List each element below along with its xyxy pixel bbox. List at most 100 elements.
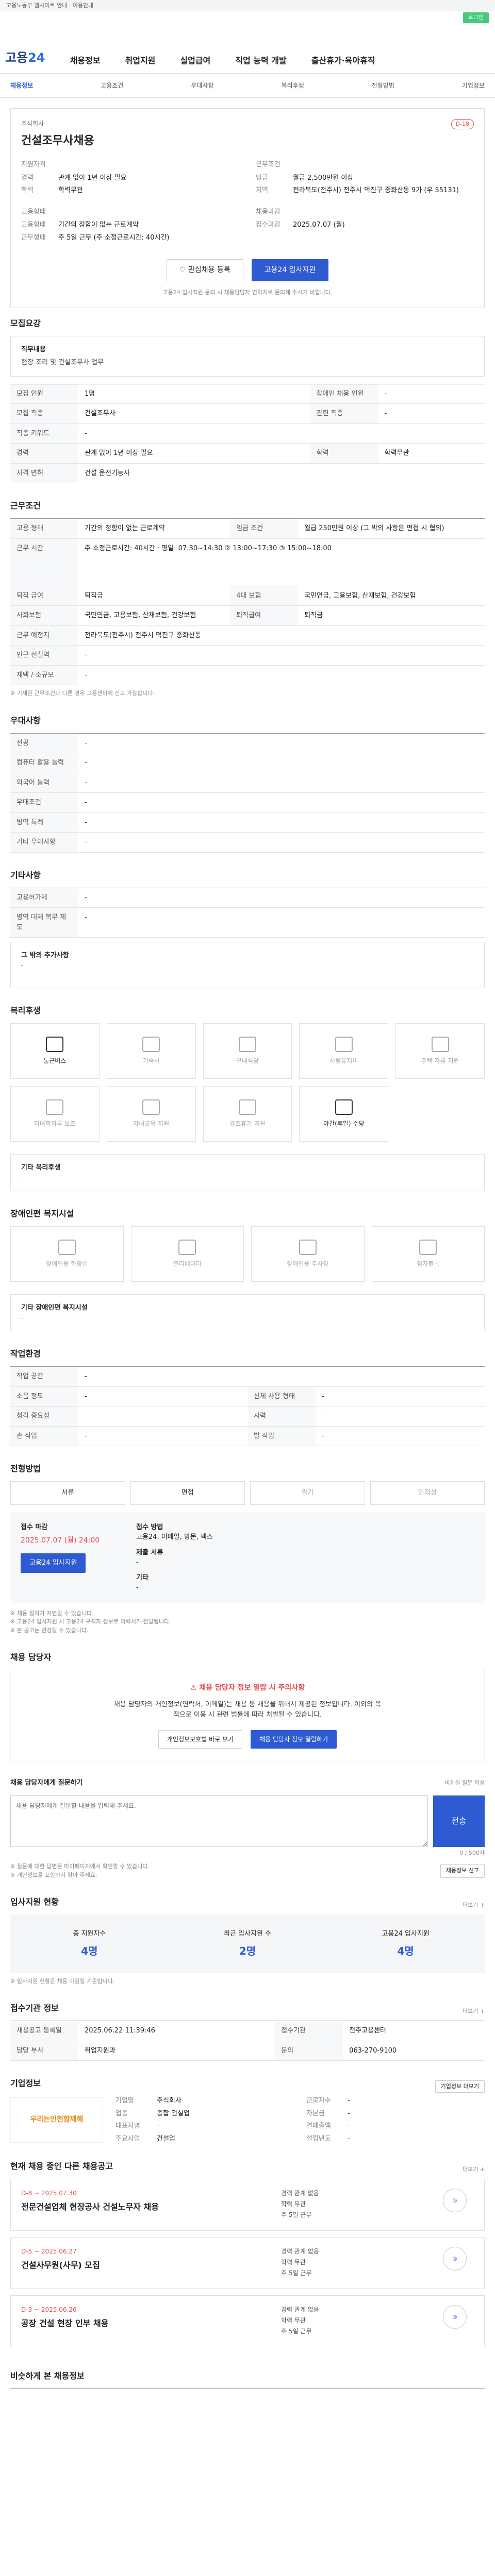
view-contact-button[interactable]: 채용 담당자 정보 열람하기 xyxy=(251,1730,337,1749)
moon-icon xyxy=(335,1099,353,1115)
nav-item-support[interactable]: 취업지원 xyxy=(125,55,155,67)
method-value: 고용24, 이메일, 방문, 팩스 xyxy=(136,1533,213,1541)
welfare-grid: 통근버스 기숙사 구내식당 차량유지비 주택 자금 지원 자녀학자금 보조 자녀… xyxy=(10,1023,485,1142)
report-button[interactable]: 채용정보 신고 xyxy=(440,1864,485,1878)
kv-key: 경력 xyxy=(21,174,34,182)
job-title[interactable]: 전문건설업체 현장공사 건설노무자 채용 xyxy=(21,2201,274,2213)
agency-table: 채용공고 등록일 2025.06.22 11:39:46 접수기관 전주고용센터 담당… xyxy=(10,2021,485,2061)
agency-more-link[interactable]: 더보기 + xyxy=(463,2007,485,2016)
kv-key: 근로자수 xyxy=(306,2097,331,2105)
table-cell: 근무 시간 xyxy=(10,538,78,586)
welfare-item: 야간(휴일) 수당 xyxy=(299,1086,389,1142)
table-cell: 채용공고 등록일 xyxy=(10,2021,78,2041)
facility-box-title: 기타 장애인편 복지시설 xyxy=(21,1304,88,1312)
main-nav: 채용정보 취업지원 실업급여 직업 능력 개발 출산휴가·육아휴직 xyxy=(70,55,375,67)
table-row: 근무 예정지 전라북도(전주시) 전주시 덕진구 중화산동 xyxy=(10,625,485,646)
kv-key: 연매출액 xyxy=(306,2122,331,2130)
table-cell: 전라북도(전주시) 전주시 덕진구 중화산동 xyxy=(78,625,485,646)
bus-icon xyxy=(46,1037,64,1052)
tab-preference[interactable]: 우대사항 xyxy=(191,81,213,90)
table-row: 전공 - xyxy=(10,733,485,753)
table-cell: - xyxy=(78,645,485,666)
tab-welfare[interactable]: 복리후생 xyxy=(281,81,304,90)
section-heading: 입사지원 현황 xyxy=(10,1897,59,1907)
nav-item-leave[interactable]: 출산휴가·육아휴직 xyxy=(311,55,375,67)
kv-key: 대표자명 xyxy=(116,2122,140,2130)
tab-jobinfo[interactable]: 채용정보 xyxy=(10,81,33,90)
table-cell: - xyxy=(78,753,485,773)
table-cell: 모집 인원 xyxy=(10,384,78,404)
login-button[interactable]: 로그인 xyxy=(463,12,489,23)
dday-badge: D-18 xyxy=(451,118,474,129)
apply-button[interactable]: 고용24 입사지원 xyxy=(251,259,329,281)
table-row: 병역 특례 - xyxy=(10,812,485,833)
conditions-note: ※ 기재된 근무조건과 다른 경우 고용센터에 신고 가능합니다. xyxy=(10,690,155,697)
kv-value: 기간의 정함이 없는 근로계약 xyxy=(58,221,139,229)
facility-grid: 장애인용 화장실 엘리베이터 장애인용 주차장 점자블록 xyxy=(10,1226,485,1282)
dormitory-icon xyxy=(142,1037,160,1052)
braille-icon xyxy=(419,1240,437,1255)
etc-value: - xyxy=(136,1584,139,1591)
send-question-button[interactable]: 전송 xyxy=(433,1795,485,1847)
status-more-link[interactable]: 더보기 + xyxy=(463,1901,485,1910)
table-cell: - xyxy=(78,907,485,938)
table-cell: 퇴직급여 xyxy=(230,605,299,626)
site-logo[interactable]: 고용24 xyxy=(5,48,45,67)
status-stats: 총 지원자수 4명 최근 입사지원 수 2명 고용24 입사지원 4명 xyxy=(10,1914,485,1973)
kv-value: 전라북도(전주시) 전주시 덕진구 중화산동 9가 (우 55131) xyxy=(293,187,459,194)
table-cell: - xyxy=(78,1366,485,1387)
job-deadline: D-8 ~ 2025.07.30 xyxy=(21,2190,77,2197)
kv-key: 지역 xyxy=(256,187,268,194)
table-cell: - xyxy=(78,665,485,685)
welfare-item: 자녀학자금 보조 xyxy=(10,1086,100,1142)
contact-box: ⚠ 채용 담당자 정보 열람 시 주의사항 채용 담당자의 개인정보(연락처, … xyxy=(10,1670,485,1761)
heart-icon: ♡ xyxy=(179,266,188,274)
related-job-card[interactable]: D-3 ~ 2025.06.26 공장 건설 현장 인부 채용 경력 관계 없음 학… xyxy=(10,2295,485,2347)
stat-label: 총 지원자수 xyxy=(73,1930,106,1938)
table-cell: 문의 xyxy=(275,2041,343,2061)
table-row: 외국어 능력 - xyxy=(10,773,485,793)
welfare-label: 자녀학자금 보조 xyxy=(34,1120,76,1127)
table-cell: 병역 특례 xyxy=(10,812,78,833)
top-info-text: 고용노동부 웹사이트 안내 · 이용안내 xyxy=(6,2,94,9)
stat-value: 4명 xyxy=(397,1944,414,1957)
book-icon xyxy=(142,1099,160,1115)
table-cell: - xyxy=(316,1426,485,1446)
table-cell: 2025.06.22 11:39:46 xyxy=(78,2021,275,2041)
tab-selection[interactable]: 전형방법 xyxy=(372,81,394,90)
table-cell: 주 소정근로시간: 40시간 · 평일: 07:30~14:30 ② 13:00… xyxy=(78,538,485,586)
type-heading: 고용형태 xyxy=(21,208,46,216)
facility-item: 장애인용 화장실 xyxy=(10,1226,124,1282)
house-icon xyxy=(431,1037,449,1052)
job-title[interactable]: 건설사무원(사무) 모집 xyxy=(21,2259,274,2272)
tab-conditions[interactable]: 고용조건 xyxy=(101,81,123,90)
tab-company[interactable]: 기업정보 xyxy=(462,81,485,90)
workenv-section: 작업환경 작업 공간 - 소음 정도 - 신체 사용 형태 - 청각 중요성 - 시력 - 손… xyxy=(0,1338,495,1453)
related-more-link[interactable]: 더보기 + xyxy=(463,2165,485,2174)
company-logo: 우리는인천함께해 xyxy=(10,2097,103,2143)
table-cell: 청각 중요성 xyxy=(10,1406,78,1427)
nav-item-benefit[interactable]: 실업급여 xyxy=(180,55,210,67)
job-title[interactable]: 공장 건설 현장 인부 채용 xyxy=(21,2317,274,2330)
nav-item-training[interactable]: 직업 능력 개발 xyxy=(235,55,286,67)
facility-item: 엘리베이터 xyxy=(130,1226,244,1282)
related-job-card[interactable]: D-5 ~ 2025.06.27 건설사무원(사무) 모집 경력 관계 없음 학력 … xyxy=(10,2237,485,2289)
other-section: 기타사항 고용허가제 - 병역 대체 복무 제도 - 그 밖의 추가사항 - xyxy=(0,860,495,996)
welfare-label: 야간(휴일) 수당 xyxy=(323,1120,365,1127)
save-job-button[interactable]: ♡ 관심채용 등록 xyxy=(166,259,243,281)
selection-box: 접수 마감 2025.07.07 (월) 24:00 고용24 입사지원 접수 … xyxy=(10,1512,485,1603)
facility-label: 장애인용 주차장 xyxy=(287,1260,329,1267)
welfare-label: 주택 자금 지원 xyxy=(421,1057,459,1064)
table-cell: 인근 전철역 xyxy=(10,645,78,666)
related-job-card[interactable]: D-8 ~ 2025.07.30 전문건설업체 현장공사 건설노무자 채용 경력 … xyxy=(10,2179,485,2231)
apply-button-2[interactable]: 고용24 입사지원 xyxy=(21,1553,86,1573)
nav-item-jobs[interactable]: 채용정보 xyxy=(70,55,101,67)
table-cell: 관계 없이 1년 이상 필요 xyxy=(78,443,310,464)
table-cell: 컴퓨터 활용 능력 xyxy=(10,753,78,773)
car-icon xyxy=(335,1037,353,1052)
kv-key: 주요사업 xyxy=(116,2134,140,2143)
table-cell: - xyxy=(78,1426,248,1446)
company-more-button[interactable]: 기업정보 더보기 xyxy=(435,2080,485,2093)
question-input[interactable] xyxy=(10,1795,428,1847)
privacy-law-button[interactable]: 개인정보보호법 바로 보기 xyxy=(158,1730,243,1749)
